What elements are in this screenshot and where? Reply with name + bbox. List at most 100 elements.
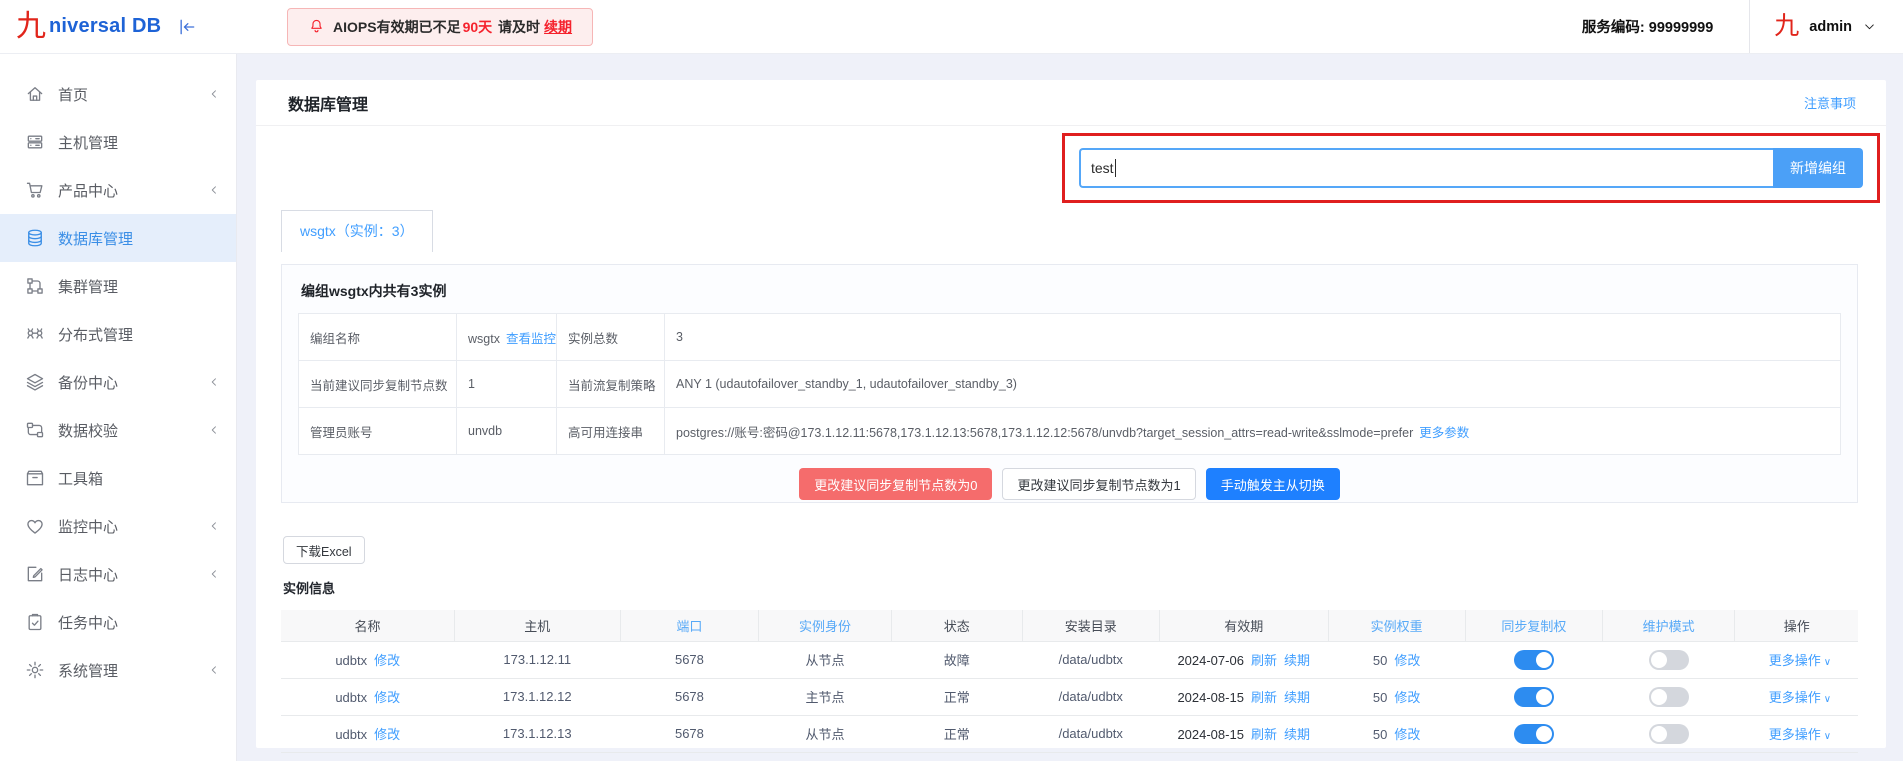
sync-replication-toggle[interactable] bbox=[1513, 649, 1554, 670]
chevron-down-icon bbox=[1862, 19, 1877, 34]
set-sync-nodes-1-button[interactable]: 更改建议同步复制节点数为1 bbox=[1002, 468, 1196, 500]
renew-license-link[interactable]: 续期 bbox=[1284, 653, 1310, 668]
column-header[interactable]: 实例权重 bbox=[1328, 610, 1466, 642]
renew-license-link[interactable]: 续期 bbox=[1284, 690, 1310, 705]
sidebar-item-label: 数据校验 bbox=[58, 422, 119, 440]
sidebar-item-label: 集群管理 bbox=[58, 278, 119, 296]
modify-name-link[interactable]: 修改 bbox=[374, 727, 400, 742]
modify-weight-link[interactable]: 修改 bbox=[1394, 690, 1420, 705]
page-title: 数据库管理 bbox=[288, 96, 369, 114]
info-label: 当前流复制策略 bbox=[568, 378, 656, 393]
sidebar-item-home[interactable]: 首页 bbox=[0, 70, 236, 118]
instance-role: 从节点 bbox=[805, 653, 845, 668]
instance-role: 主节点 bbox=[805, 690, 845, 705]
instance-row: udbtx 修改 173.1.12.11 5678 从节点 故障/data/udbtx 20… bbox=[281, 641, 1858, 679]
download-excel-button[interactable]: 下载Excel bbox=[283, 536, 365, 564]
chevron-left-icon bbox=[207, 519, 221, 533]
view-monitor-link[interactable]: 查看监控 bbox=[506, 332, 556, 346]
modify-weight-link[interactable]: 修改 bbox=[1394, 653, 1420, 668]
more-actions-link[interactable]: 更多操作 ∨ bbox=[1769, 690, 1831, 705]
column-header[interactable]: 同步复制权 bbox=[1465, 610, 1603, 642]
more-actions-link[interactable]: 更多操作 ∨ bbox=[1769, 653, 1831, 668]
notice-link[interactable]: 注意事项 bbox=[1804, 93, 1856, 112]
renew-license-link[interactable]: 续期 bbox=[1284, 727, 1310, 742]
refresh-link[interactable]: 刷新 bbox=[1251, 690, 1277, 705]
sidebar-item-log-center[interactable]: 日志中心 bbox=[0, 550, 236, 598]
maintenance-mode-toggle[interactable] bbox=[1648, 723, 1689, 744]
renew-link[interactable]: 续期 bbox=[544, 19, 572, 35]
server-icon bbox=[25, 132, 45, 152]
instance-port: 5678 bbox=[674, 652, 704, 667]
modify-weight-link[interactable]: 修改 bbox=[1394, 727, 1420, 742]
instance-row: udbtx 修改 173.1.12.12 5678 主节点 正常/data/udbtx 20… bbox=[281, 678, 1858, 716]
sidebar-item-host-management[interactable]: 主机管理 bbox=[0, 118, 236, 166]
set-sync-nodes-0-button[interactable]: 更改建议同步复制节点数为0 bbox=[799, 468, 993, 500]
column-header[interactable]: 实例身份 bbox=[758, 610, 892, 642]
group-name-input[interactable]: test bbox=[1079, 148, 1773, 188]
column-header: 安装目录 bbox=[1022, 610, 1160, 642]
toggle-knob bbox=[1650, 725, 1667, 742]
install-dir: /data/udbtx bbox=[1058, 652, 1123, 667]
toggle-knob bbox=[1535, 725, 1552, 742]
sidebar-item-product-center[interactable]: 产品中心 bbox=[0, 166, 236, 214]
instance-host: 173.1.12.12 bbox=[502, 689, 572, 704]
column-header[interactable]: 维护模式 bbox=[1602, 610, 1736, 642]
sidebar-item-backup-center[interactable]: 备份中心 bbox=[0, 358, 236, 406]
instance-name: udbtx bbox=[335, 653, 368, 668]
cart-icon bbox=[25, 180, 45, 200]
sidebar-item-label: 监控中心 bbox=[58, 518, 119, 536]
group-tabs: wsgtx（实例：3） bbox=[281, 210, 1886, 252]
instance-table: 名称 主机 端口 实例身份 状态 安装目录 有效期 实例权重 同步复制权 维护模式 操作 udbtx… bbox=[281, 610, 1858, 753]
info-label: 高可用连接串 bbox=[568, 425, 644, 440]
group-create-zone: test 新增编组 bbox=[256, 126, 1886, 203]
distributed-icon bbox=[25, 324, 45, 344]
sidebar-collapse-icon[interactable] bbox=[177, 17, 197, 37]
maintenance-mode-toggle[interactable] bbox=[1648, 686, 1689, 707]
top-bar: 九 niversal DB AIOPS有效期已不足 90天 请及时 续期 服务编码:… bbox=[0, 0, 1903, 54]
tab-wsgtx[interactable]: wsgtx（实例：3） bbox=[281, 210, 433, 252]
refresh-link[interactable]: 刷新 bbox=[1251, 727, 1277, 742]
sidebar-item-monitor-center[interactable]: 监控中心 bbox=[0, 502, 236, 550]
gear-icon bbox=[25, 660, 45, 680]
instance-status: 正常 bbox=[943, 690, 970, 705]
sidebar-item-distributed-management[interactable]: 分布式管理 bbox=[0, 310, 236, 358]
column-header: 名称 bbox=[281, 610, 455, 642]
sync-replication-toggle[interactable] bbox=[1513, 723, 1554, 744]
database-icon bbox=[25, 228, 45, 248]
sidebar-item-label: 分布式管理 bbox=[58, 326, 134, 344]
more-actions-link[interactable]: 更多操作 ∨ bbox=[1769, 727, 1831, 742]
add-group-button[interactable]: 新增编组 bbox=[1773, 148, 1863, 188]
instance-host: 173.1.12.13 bbox=[502, 726, 572, 741]
sidebar-item-cluster-management[interactable]: 集群管理 bbox=[0, 262, 236, 310]
logo-glyph-icon: 九 bbox=[16, 9, 46, 43]
maintenance-mode-toggle[interactable] bbox=[1648, 649, 1689, 670]
sidebar-item-data-verification[interactable]: 数据校验 bbox=[0, 406, 236, 454]
sidebar-item-system-management[interactable]: 系统管理 bbox=[0, 646, 236, 694]
layers-icon bbox=[25, 372, 45, 392]
instance-weight: 50 bbox=[1372, 653, 1388, 668]
sidebar-item-label: 主机管理 bbox=[58, 134, 119, 152]
instance-weight: 50 bbox=[1372, 690, 1388, 705]
info-value: unvdb bbox=[468, 424, 503, 438]
sidebar-item-database-management[interactable]: 数据库管理 bbox=[0, 214, 236, 262]
sidebar-item-label: 系统管理 bbox=[58, 662, 119, 680]
heart-icon bbox=[25, 516, 45, 536]
modify-name-link[interactable]: 修改 bbox=[374, 653, 400, 668]
modify-name-link[interactable]: 修改 bbox=[374, 690, 400, 705]
info-label: 管理员账号 bbox=[310, 425, 373, 440]
instance-status: 正常 bbox=[943, 727, 970, 742]
more-params-link[interactable]: 更多参数 bbox=[1419, 426, 1469, 440]
sidebar-item-task-center[interactable]: 任务中心 bbox=[0, 598, 236, 646]
group-summary-title: 编组wsgtx内共有3实例 bbox=[301, 283, 447, 299]
manual-failover-button[interactable]: 手动触发主从切换 bbox=[1205, 468, 1340, 500]
top-bar-right: 服务编码: 99999999 九 admin bbox=[1582, 0, 1903, 53]
sidebar-item-toolbox[interactable]: 工具箱 bbox=[0, 454, 236, 502]
chevron-down-icon: ∨ bbox=[1823, 657, 1832, 668]
refresh-link[interactable]: 刷新 bbox=[1251, 653, 1277, 668]
info-value: ANY 1 (udautofailover_standby_1, udautof… bbox=[676, 377, 1017, 391]
chevron-left-icon bbox=[207, 183, 221, 197]
column-header[interactable]: 端口 bbox=[620, 610, 760, 642]
user-menu[interactable]: 九 admin bbox=[1749, 0, 1903, 53]
group-name-input-value: test bbox=[1091, 160, 1114, 176]
sync-replication-toggle[interactable] bbox=[1513, 686, 1554, 707]
